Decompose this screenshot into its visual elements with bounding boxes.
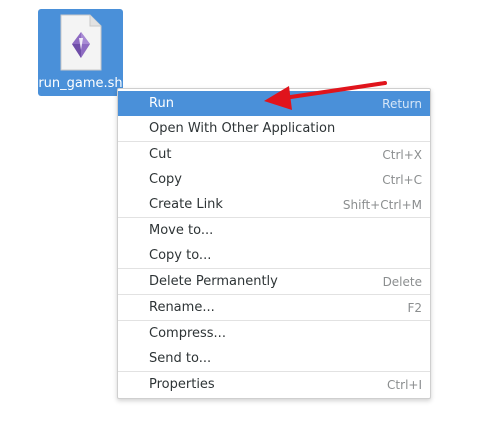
menu-item-create-link[interactable]: Create Link Shift+Ctrl+M [118,192,430,217]
file-name-label: run_game.sh [38,76,123,91]
menu-item-shortcut: Ctrl+I [387,377,422,392]
menu-item-label: Copy [149,172,182,187]
menu-item-label: Cut [149,147,172,162]
menu-item-label: Move to... [149,223,214,238]
menu-item-label: Create Link [149,197,223,212]
menu-item-send-to[interactable]: Send to... [118,346,430,371]
menu-item-label: Properties [149,377,215,392]
menu-item-label: Copy to... [149,248,212,263]
menu-item-delete-permanently[interactable]: Delete Permanently Delete [118,269,430,294]
menu-item-move-to[interactable]: Move to... [118,218,430,243]
menu-item-run[interactable]: Run Return [118,91,430,116]
menu-item-label: Open With Other Application [149,121,336,136]
menu-item-shortcut: Ctrl+C [382,172,422,187]
shell-script-icon [60,14,102,71]
menu-item-label: Rename... [149,300,215,315]
menu-item-compress[interactable]: Compress... [118,321,430,346]
menu-item-copy-to[interactable]: Copy to... [118,243,430,268]
desktop-file-run-game[interactable]: run_game.sh [38,9,123,96]
menu-item-open-with[interactable]: Open With Other Application [118,116,430,141]
menu-item-cut[interactable]: Cut Ctrl+X [118,142,430,167]
menu-item-shortcut: Return [382,96,422,111]
menu-item-label: Delete Permanently [149,274,278,289]
menu-item-shortcut: Delete [382,274,422,289]
context-menu: Run Return Open With Other Application C… [117,88,431,399]
menu-item-shortcut: Ctrl+X [382,147,422,162]
menu-item-copy[interactable]: Copy Ctrl+C [118,167,430,192]
menu-item-rename[interactable]: Rename... F2 [118,295,430,320]
menu-item-properties[interactable]: Properties Ctrl+I [118,372,430,397]
menu-item-label: Compress... [149,326,226,341]
menu-item-shortcut: Shift+Ctrl+M [342,197,422,212]
menu-item-label: Run [149,96,174,111]
menu-item-shortcut: F2 [407,300,422,315]
menu-item-label: Send to... [149,351,212,366]
